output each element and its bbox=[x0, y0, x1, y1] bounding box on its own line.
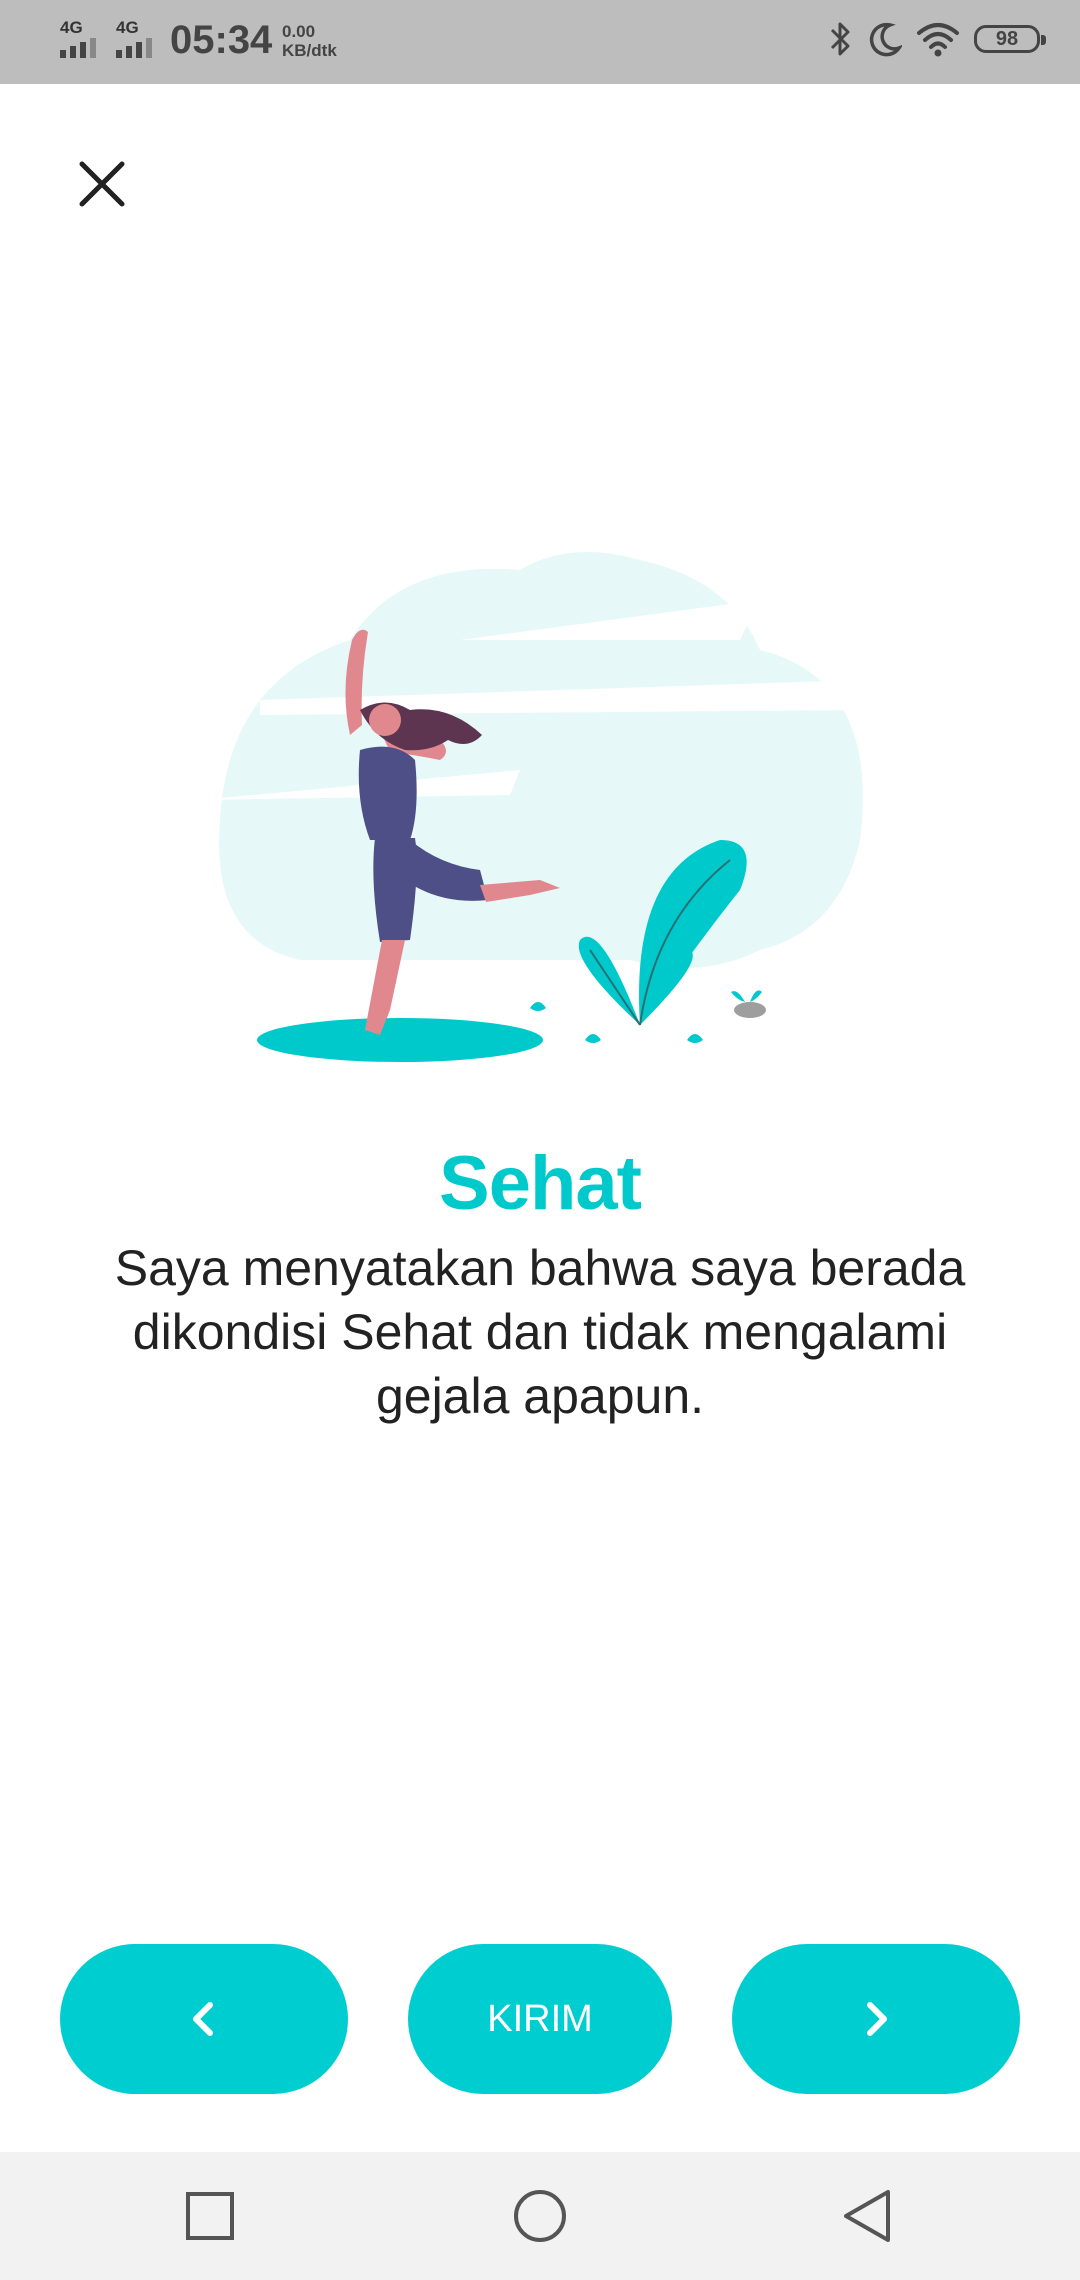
healthy-illustration bbox=[200, 540, 880, 1080]
chevron-left-icon bbox=[193, 2002, 213, 2036]
signal-icon-2 bbox=[116, 38, 152, 58]
status-title: Sehat bbox=[439, 1141, 642, 1226]
moon-icon bbox=[869, 22, 902, 57]
status-icons: 98 bbox=[828, 20, 1046, 58]
recent-apps-button[interactable] bbox=[182, 2188, 238, 2244]
speed-unit: KB/dtk bbox=[282, 41, 337, 60]
circle-icon bbox=[514, 2190, 566, 2242]
back-button[interactable] bbox=[840, 2188, 896, 2244]
square-icon bbox=[186, 2192, 234, 2240]
bluetooth-icon bbox=[830, 22, 850, 56]
network-type-2: 4G bbox=[116, 18, 139, 37]
status-bar: 4G 4G 05:34 0.00 KB/dtk 98 bbox=[0, 0, 1080, 84]
battery-indicator: 98 bbox=[974, 25, 1046, 53]
network-speed: 0.00 KB/dtk bbox=[282, 22, 337, 60]
status-description: Saya menyatakan bahwa saya berada dikond… bbox=[114, 1240, 966, 1424]
speed-value: 0.00 bbox=[282, 22, 316, 41]
chevron-right-icon bbox=[867, 2002, 887, 2036]
clock: 05:34 bbox=[170, 18, 273, 62]
previous-button[interactable] bbox=[60, 1944, 348, 2094]
close-button[interactable] bbox=[70, 152, 134, 216]
close-icon bbox=[79, 161, 125, 207]
navigation-bar bbox=[0, 2152, 1080, 2280]
wifi-icon bbox=[917, 23, 959, 57]
send-button[interactable]: KIRIM bbox=[408, 1944, 672, 2094]
network-type-1: 4G bbox=[60, 18, 83, 37]
signal-icon-1 bbox=[60, 38, 96, 58]
triangle-back-icon bbox=[844, 2190, 890, 2242]
home-button[interactable] bbox=[512, 2188, 568, 2244]
next-button[interactable] bbox=[732, 1944, 1020, 2094]
